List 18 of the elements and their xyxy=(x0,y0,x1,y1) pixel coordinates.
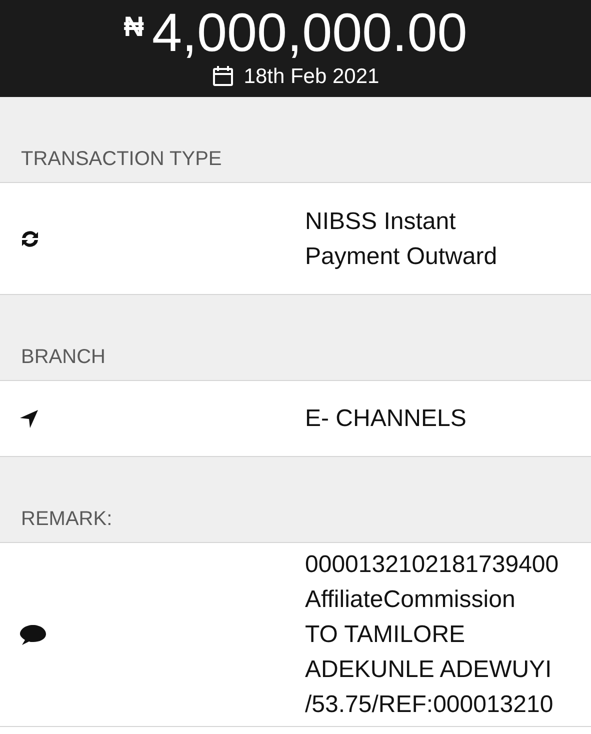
detail-value: NIBSS Instant xyxy=(305,206,457,236)
navigation-arrow-icon xyxy=(19,408,39,428)
detail-value: /53.75/REF:000013210 xyxy=(305,690,554,720)
calendar-icon xyxy=(212,65,234,87)
section-label: REMARK: xyxy=(21,509,112,529)
amount: 4,000,000.00 xyxy=(152,9,468,57)
refresh-icon xyxy=(19,228,41,248)
transaction-date: 18th Feb 2021 xyxy=(244,66,380,86)
section-label: TRANSACTION TYPE xyxy=(21,149,222,169)
detail-value: 0000132102181739400 xyxy=(305,550,559,580)
speech-bubble-icon xyxy=(19,624,47,646)
currency-symbol: ₦ xyxy=(124,13,144,41)
detail-value: TO TAMILORE xyxy=(305,620,466,650)
detail-value: ADEKUNLE ADEWUYI xyxy=(305,655,553,685)
section-label: BRANCH xyxy=(21,347,106,367)
detail-value: E- CHANNELS xyxy=(305,404,466,434)
detail-value: Payment Outward xyxy=(305,242,498,272)
detail-value: AffiliateCommission xyxy=(305,585,516,615)
